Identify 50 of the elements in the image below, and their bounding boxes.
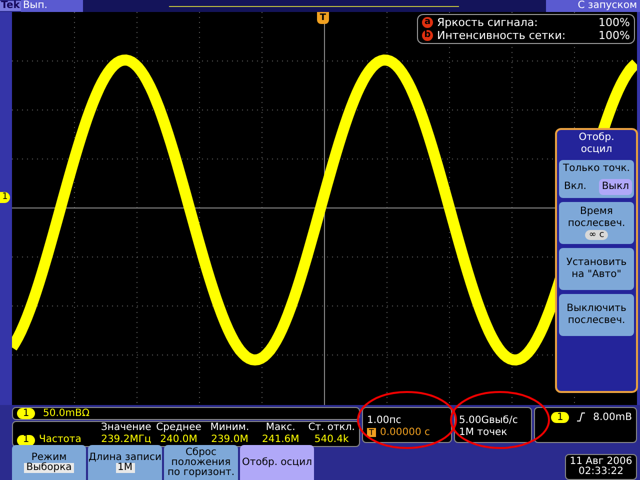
info-value: 100% [598,29,630,42]
delay-value: 0.00000 с [380,426,430,438]
info-label: Яркость сигнала: [437,16,539,29]
softkey-button[interactable]: Длина записи 1M [88,445,162,480]
value-pill: ∞ c [584,230,608,240]
measurement-value: 240.0M [160,434,198,446]
channel-badge: 1 [17,408,35,419]
measurement-value: 241.6M [262,434,300,446]
trigger-icon: T [367,428,376,437]
info-label: Интенсивность сетки: [437,29,567,42]
side-menu-title: Отобр. осцил [578,132,616,156]
scale-value: 50.0mВΩ [43,408,90,420]
time-text: 02:33:22 [578,467,624,477]
toggle-option[interactable]: Выкл [598,179,632,195]
softkey-button[interactable]: Сброс положения по горизонт. [164,445,238,480]
channel-badge: 1 [551,412,570,423]
record-length: 1M точек [459,426,508,438]
toggle-option[interactable]: Вкл. [561,179,590,195]
softkey-value: 1M [116,462,134,472]
measurement-value: 239.0M [211,434,248,446]
column-heading: Миним. [210,422,250,434]
sample-rate: 5.00Gвыб/с [459,414,519,426]
brand-logo: Tek [0,1,21,11]
menu-button[interactable]: Время послесвеч. ∞ c [559,202,634,244]
rising-edge-icon [577,412,586,422]
column-heading: Среднее [156,422,202,434]
channel-marker: 1 [0,192,10,203]
softkey-value: Выборка [24,462,74,472]
trigger-marker: T [317,12,329,24]
measurement-value: 540.4k [314,434,349,446]
menu-button[interactable]: Установить на "Авто" [559,248,634,290]
marker-icon: a [422,17,433,28]
measurement-value: 239.2MГц [101,434,152,446]
softkey-button[interactable]: Отобр. осцил [240,445,314,480]
column-heading: Значение [101,422,152,434]
measurement-name: Частота [39,434,82,446]
trigger-level: 8.00mВ [593,412,632,424]
menu-button-label: Время послесвеч. [566,206,626,230]
time-scale: 1.00пс [367,414,402,426]
toggle-label: Только точк. [563,163,630,175]
date-text: 11 Авг 2006 [570,457,632,467]
column-heading: Макс. [266,422,296,434]
softkey-button[interactable]: Режим Выборка [12,445,86,480]
column-heading: Ст. откл. [308,422,355,434]
run-state: Вып. [20,0,83,12]
marker-icon: b [422,30,433,41]
menu-button[interactable]: Выключить послесвеч. [559,294,634,336]
trigger-mode: С запуском [546,0,640,12]
channel-badge: 1 [17,434,35,446]
info-value: 100% [598,16,630,29]
